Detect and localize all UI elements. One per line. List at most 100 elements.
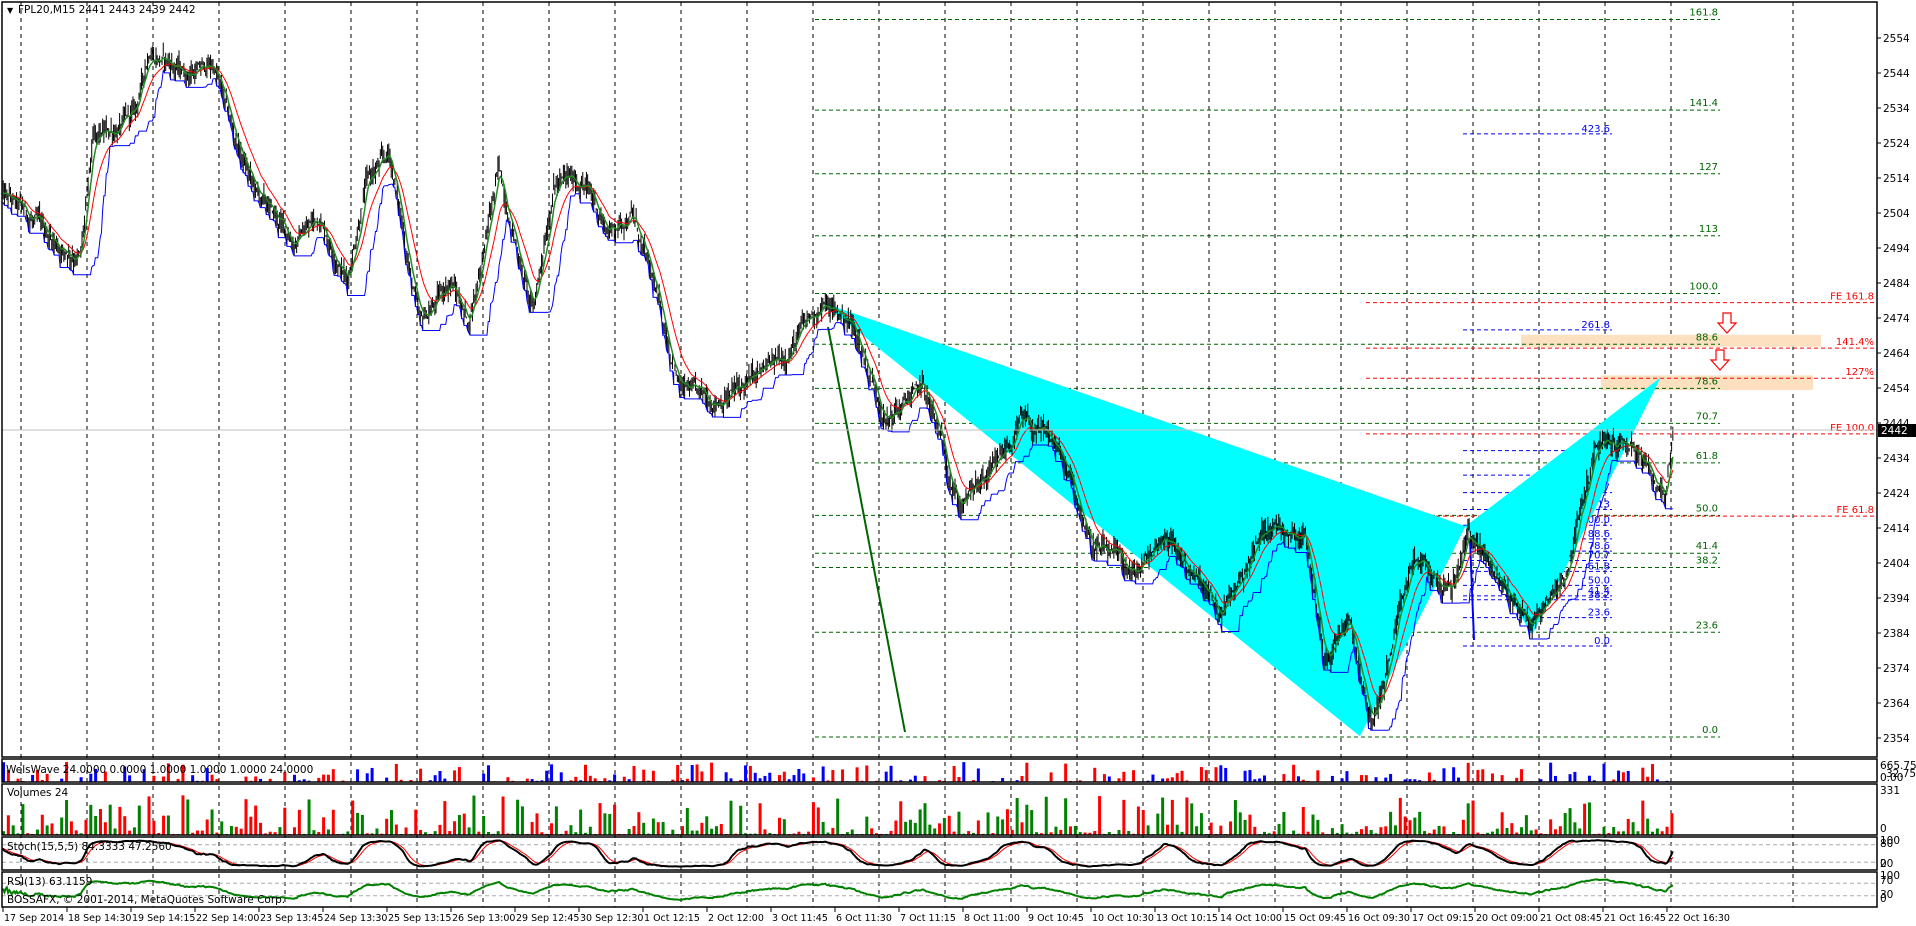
volume-bar: [99, 809, 102, 835]
volumes-axis-label: 0: [1880, 823, 1887, 835]
volume-bar: [632, 826, 636, 835]
time-axis-label: 1 Oct 12:15: [644, 913, 700, 924]
welswave-bar: [1442, 768, 1446, 782]
welswave-bar: [1345, 771, 1349, 782]
welswave-bar: [1020, 776, 1024, 782]
volume-bar: [1612, 827, 1616, 835]
volume-bar: [1466, 803, 1470, 835]
volume-bar: [938, 823, 942, 835]
xab-triangle: [821, 302, 1466, 737]
time-axis-label: 21 Oct 16:45: [1604, 913, 1666, 924]
price-axis-label: 2424: [1883, 488, 1910, 500]
volume-bar: [152, 820, 156, 835]
volume-bar: [821, 821, 825, 835]
welswave-bar: [1049, 772, 1053, 782]
volume-bar: [816, 807, 820, 835]
welswave-bar: [1214, 767, 1218, 782]
welswave-bar: [1025, 762, 1029, 782]
time-axis-label: 26 Sep 13:00: [452, 913, 515, 924]
welswave-bar: [419, 768, 423, 782]
volume-bar: [419, 829, 423, 835]
welswave-bar: [1360, 775, 1363, 782]
welswave-bar: [763, 775, 767, 782]
volume-bar: [453, 821, 457, 835]
volume-bar: [1301, 806, 1305, 835]
welswave-bar: [952, 766, 956, 782]
welswave-bar: [632, 765, 636, 782]
volume-bar: [637, 812, 641, 835]
volume-bar: [1563, 813, 1567, 835]
welswave-bar: [855, 767, 859, 782]
fib-level-label: 113: [1699, 224, 1718, 235]
welswave-bar: [128, 775, 132, 782]
price-axis-label: 2554: [1883, 33, 1910, 45]
volume-bar: [1044, 796, 1048, 835]
welswave-bar: [1093, 767, 1097, 782]
time-axis-label: 25 Sep 13:15: [388, 913, 451, 924]
welswave-bar: [1646, 776, 1650, 782]
volume-bar: [1471, 800, 1475, 835]
welswave-bar: [1427, 772, 1431, 782]
fib-level-label: 0.0: [1702, 725, 1718, 736]
volume-bar: [94, 815, 98, 835]
volume-bar: [1583, 803, 1587, 835]
volume-bar: [1573, 822, 1577, 835]
volume-bar: [137, 805, 141, 835]
volume-bar: [1311, 814, 1315, 835]
fib-level-label: 41.4: [1696, 541, 1718, 552]
volume-bar: [118, 806, 122, 835]
welswave-bar: [254, 776, 258, 782]
welswave-bar: [1452, 767, 1456, 782]
time-axis-label: 8 Oct 11:00: [964, 913, 1020, 924]
volume-bar: [1156, 813, 1160, 835]
welswave-bar: [1500, 775, 1504, 782]
volume-bar: [1558, 826, 1562, 835]
welswave-bar: [642, 769, 646, 782]
volume-bar: [681, 826, 684, 835]
price-axis-label: 2534: [1883, 103, 1910, 115]
volume-bar: [782, 819, 786, 835]
welswave-bar: [394, 763, 398, 782]
volume-bar: [1461, 819, 1465, 835]
volume-bar: [113, 828, 117, 835]
volume-bar: [501, 796, 505, 835]
welswave-bar: [433, 775, 437, 782]
volume-bar: [1389, 811, 1393, 835]
volume-bar: [103, 822, 107, 835]
welswave-bar: [700, 771, 704, 782]
price-axis-label: 2544: [1883, 68, 1910, 80]
target-zone: [1521, 334, 1821, 347]
volume-bar: [356, 812, 360, 835]
volume-bar: [656, 822, 660, 835]
welswave-bar: [1282, 774, 1286, 782]
volume-bar: [913, 822, 917, 835]
volume-bar: [928, 824, 932, 835]
volume-bar: [108, 804, 112, 835]
volume-bar: [918, 809, 922, 835]
collapse-triangle-icon[interactable]: ▼: [7, 6, 14, 15]
volume-bar: [404, 827, 408, 835]
volume-bar: [714, 826, 718, 835]
price-axis-label: 2384: [1883, 628, 1910, 640]
welswave-bar: [1151, 774, 1155, 782]
volume-bar: [870, 828, 874, 835]
fib-ext-label: 38.2: [1588, 590, 1610, 601]
welswave-bar: [322, 774, 326, 782]
time-axis-label: 2 Oct 12:00: [708, 913, 764, 924]
volume-bar: [836, 798, 840, 835]
welswave-bar: [1364, 775, 1368, 782]
volume-bar: [1631, 822, 1635, 835]
welswave-bar: [550, 764, 554, 782]
welswave-bar: [1199, 767, 1203, 782]
volume-bar: [1534, 829, 1538, 835]
volume-bar: [293, 827, 296, 835]
welswave-bar: [651, 770, 655, 782]
volume-bar: [1500, 812, 1504, 835]
trading-chart[interactable]: 161.8 141.4 127 113 100.0 88.6 78.6 70.7 61.8 50.…: [0, 0, 1916, 926]
volume-bar: [569, 825, 573, 835]
volume-bar: [322, 817, 326, 835]
fib-ext-label: 23.6: [1588, 608, 1610, 619]
welswave-bar: [1617, 770, 1621, 782]
harmonic-pattern[interactable]: [821, 302, 1661, 737]
volume-bar: [414, 809, 418, 835]
